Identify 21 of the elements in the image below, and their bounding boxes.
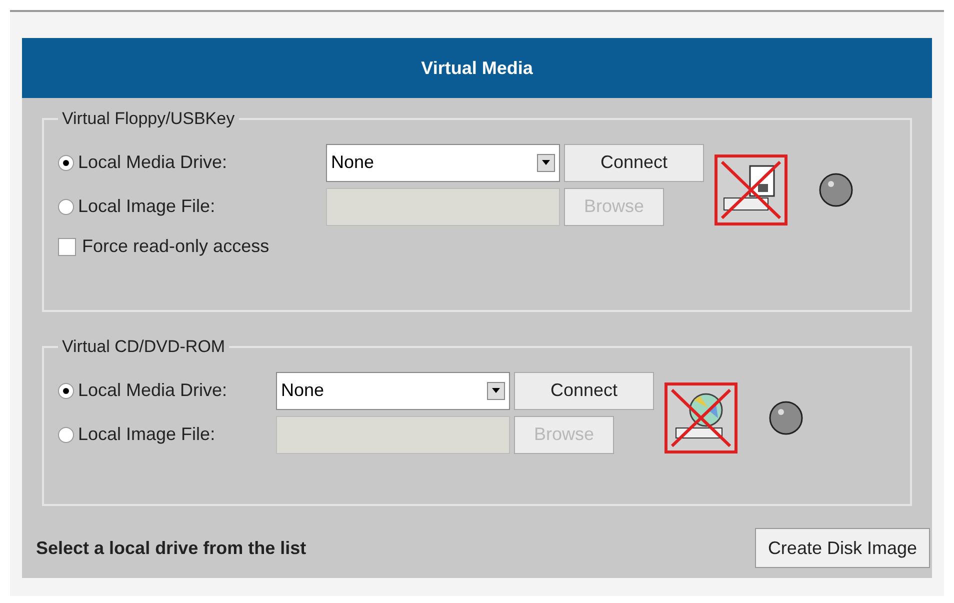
drive-dropdown[interactable]: None bbox=[326, 144, 560, 182]
group-title: Virtual Floppy/USBKey bbox=[61, 108, 236, 130]
option-label: Local Image File: bbox=[78, 195, 216, 218]
status-message: Select a local drive from the list bbox=[36, 536, 306, 560]
status-light-icon bbox=[818, 172, 854, 208]
drive-dropdown[interactable]: None bbox=[276, 372, 510, 410]
option-label: Local Media Drive: bbox=[78, 151, 228, 174]
option-label: Local Media Drive: bbox=[78, 379, 228, 402]
panel-title: Virtual Media bbox=[22, 38, 932, 98]
checkbox[interactable] bbox=[58, 238, 76, 256]
radio-button[interactable] bbox=[58, 382, 74, 398]
status-light-icon bbox=[768, 400, 804, 436]
checkbox-label: Force read-only access bbox=[82, 235, 270, 258]
file-path-field[interactable] bbox=[326, 188, 560, 226]
connect-button[interactable]: Connect bbox=[564, 144, 704, 182]
radio-button[interactable] bbox=[58, 154, 74, 170]
connect-button[interactable]: Connect bbox=[514, 372, 654, 410]
group-title: Virtual CD/DVD-ROM bbox=[61, 336, 226, 358]
create-disk-image-button[interactable]: Create Disk Image bbox=[754, 528, 930, 568]
file-path-field[interactable] bbox=[276, 416, 510, 454]
option-label: Local Image File: bbox=[78, 423, 216, 446]
